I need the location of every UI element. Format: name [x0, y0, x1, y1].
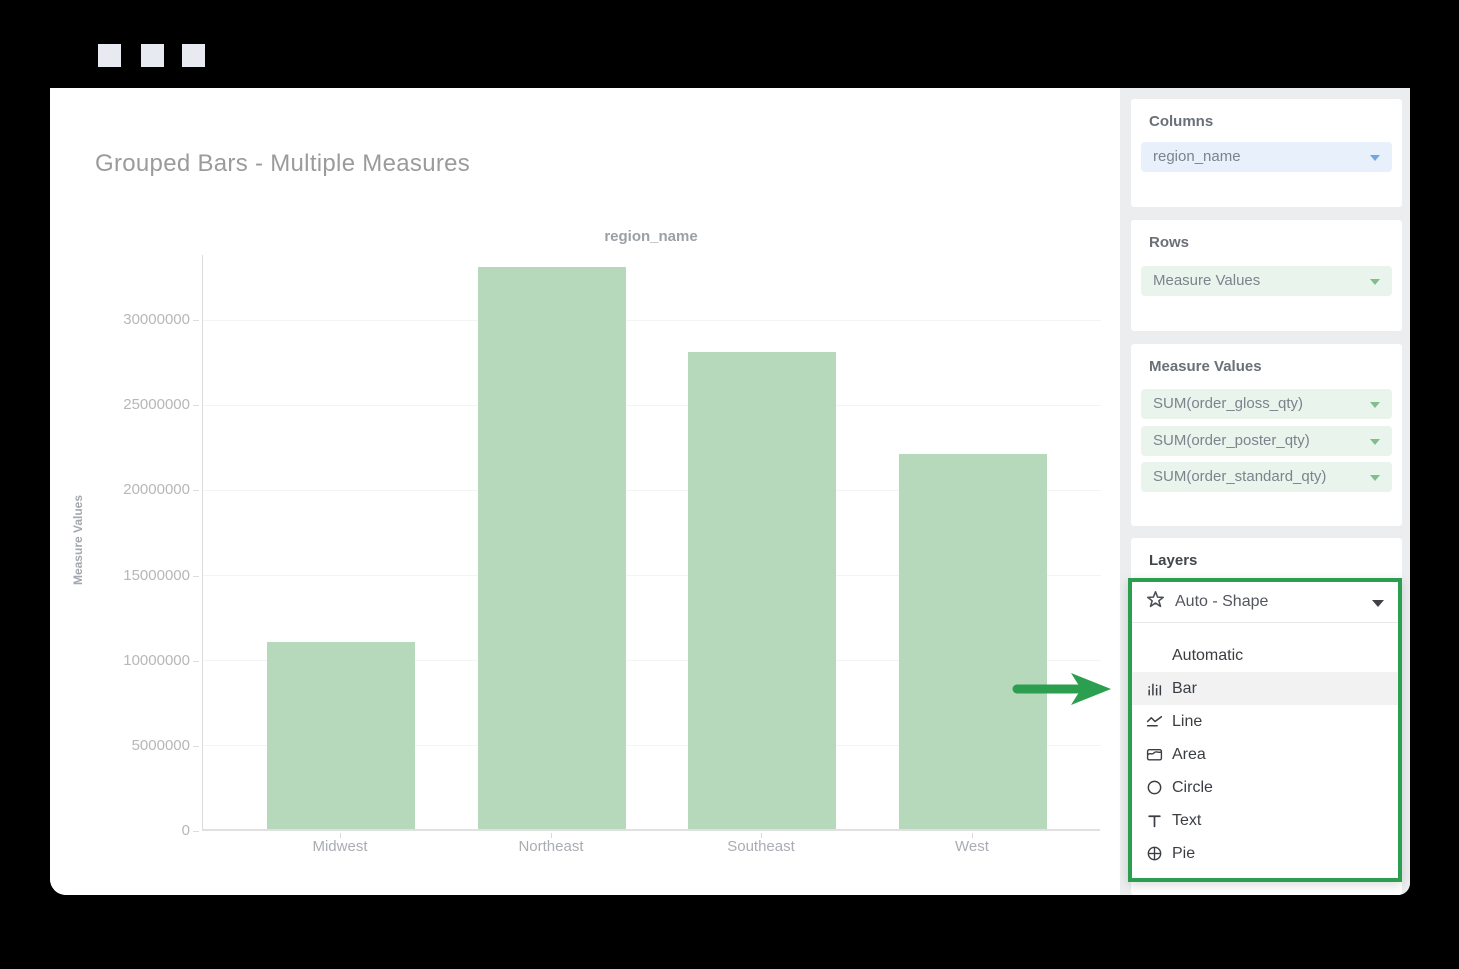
caret-down-icon[interactable] [1370, 439, 1380, 445]
text-shape-icon [1146, 812, 1172, 829]
shape-option-label: Text [1172, 812, 1201, 830]
measure-values-shelf: Measure Values SUM(order_gloss_qty) SUM(… [1131, 344, 1402, 526]
bar-southeast[interactable] [688, 352, 836, 829]
shape-select[interactable]: Auto - Shape [1132, 582, 1398, 623]
gridline [203, 320, 1101, 321]
bar-midwest[interactable] [267, 642, 415, 829]
shape-option-label: Line [1172, 713, 1202, 731]
measure-values-shelf-title: Measure Values [1149, 358, 1262, 375]
y-tick-label: 5000000 [50, 736, 190, 756]
y-tick-label: 10000000 [50, 651, 190, 671]
shape-option-label: Circle [1172, 779, 1213, 797]
shape-select-value: Auto - Shape [1175, 593, 1268, 611]
area-chart-icon [1146, 746, 1172, 763]
bar-northeast[interactable] [478, 267, 626, 829]
window-button[interactable] [141, 44, 164, 67]
x-tick-mark [551, 833, 552, 838]
shape-option-automatic[interactable]: Automatic [1132, 639, 1398, 672]
x-axis-dimension-label: region_name [202, 228, 1100, 245]
y-tick-label: 30000000 [50, 310, 190, 330]
measure-pill-poster-qty[interactable]: SUM(order_poster_qty) [1141, 426, 1392, 456]
bar-west[interactable] [899, 454, 1047, 829]
green-arrow-annotation [1011, 669, 1115, 709]
rows-pill-measure-values[interactable]: Measure Values [1141, 266, 1392, 296]
rows-shelf-title: Rows [1149, 234, 1189, 251]
caret-down-icon[interactable] [1370, 475, 1380, 481]
pie-chart-icon [1146, 845, 1172, 862]
caret-down-icon[interactable] [1370, 279, 1380, 285]
y-tick-mark [193, 831, 199, 832]
shape-option-circle[interactable]: Circle [1132, 771, 1398, 804]
shape-option-area[interactable]: Area [1132, 738, 1398, 771]
y-tick-label: 25000000 [50, 395, 190, 415]
shape-option-label: Pie [1172, 845, 1195, 863]
y-tick-label: 0 [50, 821, 190, 841]
caret-down-icon[interactable] [1370, 402, 1380, 408]
x-tick-label: Northeast [471, 838, 631, 855]
window-button[interactable] [182, 44, 205, 67]
x-tick-mark [761, 833, 762, 838]
chart-canvas: Grouped Bars - Multiple Measures region_… [50, 88, 1120, 895]
app-content: Grouped Bars - Multiple Measures region_… [50, 88, 1410, 895]
measure-pill-standard-qty[interactable]: SUM(order_standard_qty) [1141, 462, 1392, 492]
y-tick-mark [193, 576, 199, 577]
x-tick-mark [972, 833, 973, 838]
shape-option-label: Bar [1172, 680, 1197, 698]
columns-shelf: Columns region_name [1131, 99, 1402, 207]
chart-title: Grouped Bars - Multiple Measures [95, 150, 470, 178]
pill-label: SUM(order_poster_qty) [1153, 432, 1310, 449]
rows-shelf: Rows Measure Values [1131, 220, 1402, 331]
line-chart-icon [1146, 713, 1172, 730]
pill-label: SUM(order_gloss_qty) [1153, 395, 1303, 412]
shape-options-menu: Automatic Bar Line Area Circle Text Pie [1132, 623, 1398, 870]
shape-dropdown-highlight-box: Auto - Shape Automatic Bar Line Area Circle T… [1128, 578, 1402, 882]
bar-chart-icon [1146, 680, 1172, 697]
x-tick-label: Southeast [681, 838, 841, 855]
y-tick-label: 20000000 [50, 480, 190, 500]
window-button[interactable] [98, 44, 121, 67]
shape-option-bar[interactable]: Bar [1132, 672, 1398, 705]
columns-pill-region-name[interactable]: region_name [1141, 142, 1392, 172]
app-window: Grouped Bars - Multiple Measures region_… [10, 10, 1449, 959]
shape-option-label: Automatic [1172, 647, 1243, 665]
layers-panel-title: Layers [1149, 552, 1197, 569]
pill-label: Measure Values [1153, 272, 1260, 289]
pill-label: region_name [1153, 148, 1241, 165]
y-tick-mark [193, 405, 199, 406]
pill-label: SUM(order_standard_qty) [1153, 468, 1326, 485]
y-tick-mark [193, 320, 199, 321]
shape-option-pie[interactable]: Pie [1132, 837, 1398, 870]
y-tick-label: 15000000 [50, 566, 190, 586]
caret-down-icon[interactable] [1370, 155, 1380, 161]
columns-shelf-title: Columns [1149, 113, 1213, 130]
measure-pill-gloss-qty[interactable]: SUM(order_gloss_qty) [1141, 389, 1392, 419]
shape-option-text[interactable]: Text [1132, 804, 1398, 837]
caret-down-icon[interactable] [1372, 600, 1384, 607]
x-tick-mark [340, 833, 341, 838]
y-tick-mark [193, 661, 199, 662]
y-tick-mark [193, 746, 199, 747]
y-tick-mark [193, 490, 199, 491]
shelf-sidebar: Columns region_name Rows Measure Values … [1120, 88, 1410, 895]
screenshot-root: Grouped Bars - Multiple Measures region_… [0, 0, 1459, 969]
shape-option-line[interactable]: Line [1132, 705, 1398, 738]
star-icon [1146, 590, 1165, 614]
plot-area [202, 255, 1100, 831]
x-tick-label: West [892, 838, 1052, 855]
shape-option-label: Area [1172, 746, 1206, 764]
gridline [203, 405, 1101, 406]
x-tick-label: Midwest [260, 838, 420, 855]
circle-shape-icon [1146, 779, 1172, 796]
